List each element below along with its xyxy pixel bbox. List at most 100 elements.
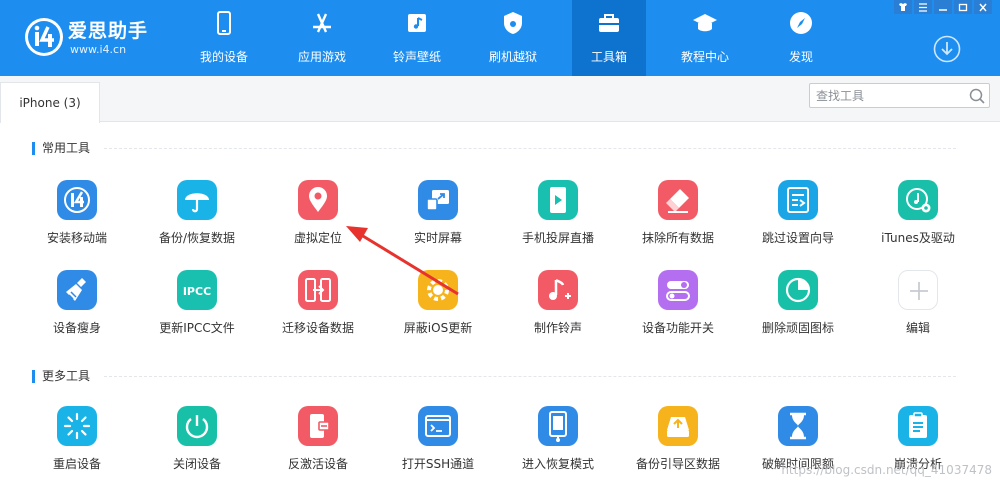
tool-screen-cast-live[interactable]: 手机投屏直播 bbox=[498, 180, 618, 260]
boot-backup-icon bbox=[658, 406, 698, 446]
nav-label: 发现 bbox=[788, 50, 813, 64]
compass-icon bbox=[790, 12, 812, 34]
clipboard-icon bbox=[898, 406, 938, 446]
broom-icon bbox=[57, 270, 97, 310]
toggle-switch-icon bbox=[658, 270, 698, 310]
device-bar: iPhone (3) bbox=[0, 76, 1000, 123]
search-icon[interactable] bbox=[968, 87, 986, 105]
tool-label: 进入恢复模式 bbox=[521, 457, 594, 471]
jailbreak-icon bbox=[504, 12, 522, 34]
tool-shutdown-device[interactable]: 关闭设备 bbox=[137, 406, 257, 486]
device-tab-iphone[interactable]: iPhone (3) bbox=[0, 82, 100, 123]
nav-tab-discover[interactable]: 发现 bbox=[774, 0, 828, 76]
nav-tab-apps-games[interactable]: 应用游戏 bbox=[286, 0, 358, 76]
tool-label: iTunes及驱动 bbox=[881, 231, 955, 245]
music-icon bbox=[408, 14, 426, 32]
nav-label: 工具箱 bbox=[590, 50, 627, 64]
tool-edit[interactable]: 编辑 bbox=[858, 270, 978, 350]
nav-label: 铃声壁纸 bbox=[392, 50, 441, 64]
recovery-mode-icon bbox=[538, 406, 578, 446]
tool-label: 抹除所有数据 bbox=[641, 231, 714, 245]
divider bbox=[104, 376, 956, 377]
tool-label: 虚拟定位 bbox=[293, 231, 342, 245]
nav-tab-tutorial-center[interactable]: 教程中心 bbox=[668, 0, 742, 76]
nav-label: 应用游戏 bbox=[297, 50, 346, 64]
download-icon[interactable] bbox=[933, 35, 961, 63]
tool-erase-all-data[interactable]: 抹除所有数据 bbox=[618, 180, 738, 260]
menu-icon[interactable] bbox=[914, 0, 932, 14]
section-title-common-tools: 常用工具 bbox=[32, 142, 90, 155]
install-mobile-icon bbox=[57, 180, 97, 220]
minimize-icon[interactable] bbox=[934, 0, 952, 14]
tool-itunes-driver[interactable]: iTunes及驱动 bbox=[858, 180, 978, 260]
tool-block-ios-update[interactable]: 屏蔽iOS更新 bbox=[378, 270, 498, 350]
music-note-icon bbox=[538, 270, 578, 310]
tool-virtual-location[interactable]: 虚拟定位 bbox=[258, 180, 378, 260]
tool-feature-switch[interactable]: 设备功能开关 bbox=[618, 270, 738, 350]
power-icon bbox=[177, 406, 217, 446]
search-box bbox=[809, 83, 990, 108]
tool-label: 屏蔽iOS更新 bbox=[403, 321, 473, 335]
tool-label: 跳过设置向导 bbox=[761, 231, 834, 245]
svg-text:IPCC: IPCC bbox=[183, 285, 211, 298]
skin-icon[interactable] bbox=[894, 0, 912, 14]
nav-label: 教程中心 bbox=[680, 50, 729, 64]
terminal-icon bbox=[418, 406, 458, 446]
tool-realtime-screen[interactable]: 实时屏幕 bbox=[378, 180, 498, 260]
tool-label: 设备功能开关 bbox=[641, 321, 714, 335]
tool-delete-stubborn-icons[interactable]: 删除顽固图标 bbox=[738, 270, 858, 350]
tool-label: 备份/恢复数据 bbox=[158, 231, 236, 245]
tool-label: 设备瘦身 bbox=[52, 321, 101, 335]
nav-tab-flash-jailbreak[interactable]: 刷机越狱 bbox=[476, 0, 550, 76]
tool-device-slim[interactable]: 设备瘦身 bbox=[17, 270, 137, 350]
plus-icon bbox=[898, 270, 938, 310]
maximize-icon[interactable] bbox=[954, 0, 972, 14]
tool-backup-boot-sector[interactable]: 备份引导区数据 bbox=[618, 406, 738, 486]
close-icon[interactable] bbox=[974, 0, 992, 14]
tool-label: 重启设备 bbox=[52, 457, 101, 471]
nav-tab-ringtones-wallpapers[interactable]: 铃声壁纸 bbox=[380, 0, 454, 76]
nav-tab-my-device[interactable]: 我的设备 bbox=[188, 0, 260, 76]
brand-url: www.i4.cn bbox=[70, 43, 127, 56]
brand-name: 爱思助手 bbox=[68, 20, 149, 42]
app-window: 爱思助手 www.i4.cn 我的设备 应用游戏 铃声壁纸 刷机越狱 工具箱 教… bbox=[0, 0, 1000, 489]
tool-label: 备份引导区数据 bbox=[635, 457, 720, 471]
umbrella-icon bbox=[177, 180, 217, 220]
nav-label: 我的设备 bbox=[199, 50, 248, 64]
itunes-icon bbox=[898, 180, 938, 220]
tool-recovery-mode[interactable]: 进入恢复模式 bbox=[498, 406, 618, 486]
phone-play-icon bbox=[538, 180, 578, 220]
section-title-more-tools: 更多工具 bbox=[32, 370, 90, 383]
graduation-cap-icon bbox=[693, 14, 717, 32]
skip-setup-icon bbox=[778, 180, 818, 220]
tool-label: 关闭设备 bbox=[172, 457, 221, 471]
tool-deactivate-device[interactable]: 反激活设备 bbox=[258, 406, 378, 486]
eraser-icon bbox=[658, 180, 698, 220]
migrate-icon bbox=[298, 270, 338, 310]
deactivate-icon bbox=[298, 406, 338, 446]
tool-label: 手机投屏直播 bbox=[521, 231, 594, 245]
toolbox-icon bbox=[599, 14, 619, 32]
tool-migrate-data[interactable]: 迁移设备数据 bbox=[258, 270, 378, 350]
tool-label: 制作铃声 bbox=[533, 321, 582, 335]
search-input[interactable] bbox=[810, 84, 962, 107]
tool-label: 删除顽固图标 bbox=[761, 321, 834, 335]
tool-label: 反激活设备 bbox=[287, 457, 348, 471]
tool-label: 迁移设备数据 bbox=[281, 321, 354, 335]
nav-label: 刷机越狱 bbox=[488, 50, 537, 64]
tool-make-ringtone[interactable]: 制作铃声 bbox=[498, 270, 618, 350]
restart-icon bbox=[57, 406, 97, 446]
nav-tab-toolbox[interactable]: 工具箱 bbox=[572, 0, 646, 76]
tool-install-mobile[interactable]: 安装移动端 bbox=[17, 180, 137, 260]
tool-update-ipcc[interactable]: IPCC 更新IPCC文件 bbox=[137, 270, 257, 350]
screen-mirror-icon bbox=[418, 180, 458, 220]
phone-icon bbox=[217, 11, 231, 35]
top-header: 爱思助手 www.i4.cn 我的设备 应用游戏 铃声壁纸 刷机越狱 工具箱 教… bbox=[0, 0, 1000, 76]
tool-open-ssh[interactable]: 打开SSH通道 bbox=[378, 406, 498, 486]
tool-skip-setup[interactable]: 跳过设置向导 bbox=[738, 180, 858, 260]
hourglass-icon bbox=[778, 406, 818, 446]
tool-restart-device[interactable]: 重启设备 bbox=[17, 406, 137, 486]
tool-backup-restore[interactable]: 备份/恢复数据 bbox=[137, 180, 257, 260]
pie-chart-icon bbox=[778, 270, 818, 310]
gear-shield-icon bbox=[418, 270, 458, 310]
